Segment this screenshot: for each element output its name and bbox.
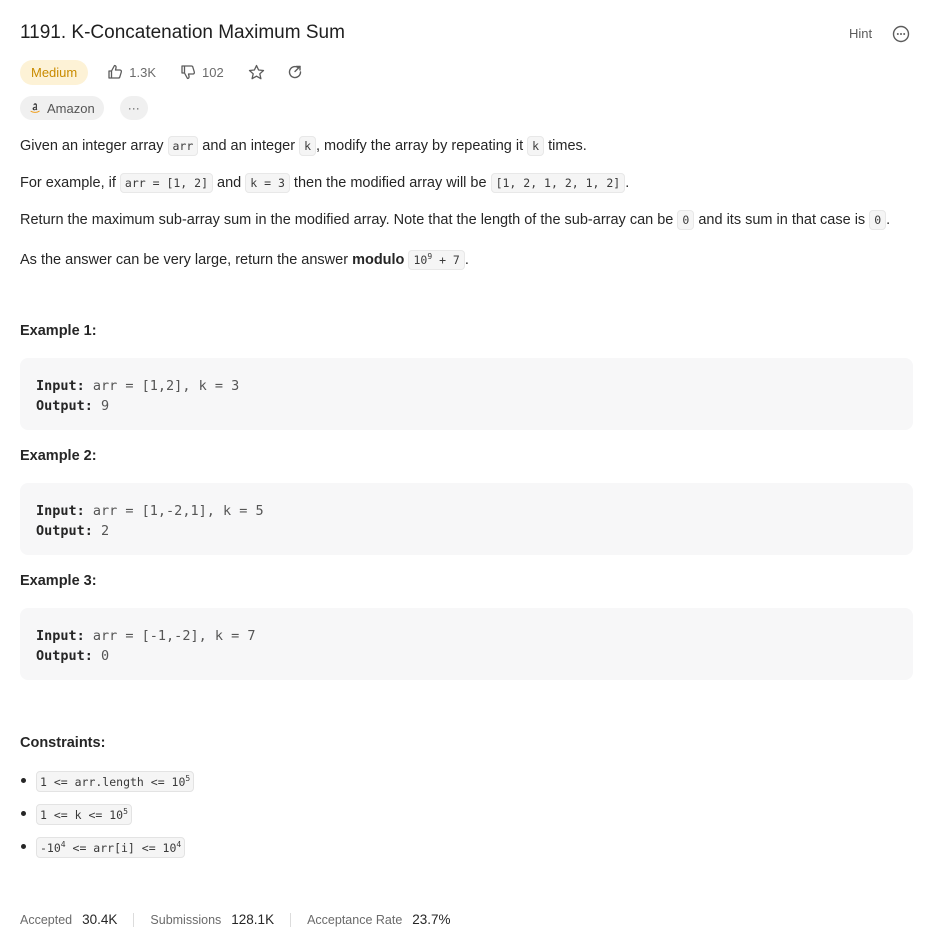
exponent: 5 bbox=[123, 807, 128, 817]
input-value: arr = [1,2], k = 3 bbox=[84, 378, 240, 394]
text: 1 <= k <= 10 bbox=[40, 807, 124, 822]
amazon-logo bbox=[30, 103, 40, 113]
example-3-title: Example 3: bbox=[20, 573, 97, 589]
constraint-item: 1 <= k <= 105 bbox=[20, 803, 194, 836]
text: + 7 bbox=[432, 252, 460, 267]
text: For example, if bbox=[20, 175, 120, 191]
text: -10 bbox=[40, 840, 61, 855]
star-icon bbox=[248, 64, 264, 79]
text: , modify the array by repeating it bbox=[316, 138, 528, 154]
problem-meta-row: Medium 1.3K 102 bbox=[20, 59, 303, 85]
thumbs-up-icon bbox=[108, 64, 123, 79]
hint-button[interactable]: Hint bbox=[849, 26, 872, 41]
problem-title: 1191. K-Concatenation Maximum Sum bbox=[20, 22, 345, 43]
text: Return the maximum sub-array sum in the … bbox=[20, 212, 678, 228]
company-tag-label: Amazon bbox=[47, 100, 95, 116]
acceptance-rate-label: Acceptance Rate bbox=[307, 912, 403, 927]
favorite-button[interactable] bbox=[248, 64, 265, 81]
exponent: 4 bbox=[176, 840, 182, 850]
divider bbox=[290, 912, 292, 927]
text: times. bbox=[544, 138, 587, 154]
text: 10 bbox=[413, 252, 428, 267]
text: . bbox=[886, 212, 891, 228]
divider bbox=[133, 912, 135, 927]
output-value: 9 bbox=[92, 398, 110, 414]
dislike-count: 102 bbox=[202, 64, 224, 80]
text: . bbox=[625, 175, 630, 191]
constraints-list: 1 <= arr.length <= 105 1 <= k <= 105 -10… bbox=[20, 770, 195, 869]
output-value: 2 bbox=[92, 523, 110, 539]
output-value: 0 bbox=[92, 648, 110, 664]
constraint-code: 1 <= k <= 105 bbox=[36, 804, 132, 825]
text: As the answer can be very large, return … bbox=[20, 251, 353, 268]
example-3-box: Input: arr = [-1,-2], k = 7 Output: 0 bbox=[20, 608, 913, 680]
example-1-title: Example 1: bbox=[20, 323, 97, 339]
text: then the modified array will be bbox=[289, 175, 491, 191]
company-tags: Amazon ··· bbox=[20, 96, 148, 120]
inline-code: 0 bbox=[677, 210, 695, 230]
output-label: Output: bbox=[36, 523, 93, 539]
text: <= arr[i] <= 10 bbox=[65, 840, 177, 855]
constraint-item: -104 <= arr[i] <= 104 bbox=[20, 836, 194, 869]
accepted-label: Accepted bbox=[20, 912, 73, 927]
description-paragraph-1: Given an integer array arr and an intege… bbox=[20, 136, 587, 156]
input-label: Input: bbox=[36, 503, 85, 519]
exponent: 5 bbox=[185, 774, 191, 784]
input-value: arr = [-1,-2], k = 7 bbox=[84, 628, 256, 644]
inline-code-modulo: 109 + 7 bbox=[408, 249, 465, 270]
output-label: Output: bbox=[36, 398, 93, 414]
share-button[interactable] bbox=[287, 64, 303, 80]
inline-code: k bbox=[299, 136, 316, 156]
description-paragraph-4: As the answer can be very large, return … bbox=[20, 247, 469, 270]
description-paragraph-3: Return the maximum sub-array sum in the … bbox=[20, 210, 890, 230]
text: 1 <= arr.length <= 10 bbox=[40, 774, 186, 789]
submissions-value: 128.1K bbox=[231, 912, 275, 927]
constraints-title: Constraints: bbox=[20, 735, 106, 751]
difficulty-badge: Medium bbox=[20, 59, 89, 85]
acceptance-rate-value: 23.7% bbox=[412, 912, 451, 927]
constraint-item: 1 <= arr.length <= 105 bbox=[20, 770, 195, 803]
input-label: Input: bbox=[36, 378, 85, 394]
example-2-title: Example 2: bbox=[20, 448, 97, 464]
more-icon[interactable] bbox=[892, 25, 910, 43]
text: and its sum in that case is bbox=[694, 212, 870, 228]
example-2-box: Input: arr = [1,-2,1], k = 5 Output: 2 bbox=[20, 483, 913, 555]
like-button[interactable]: 1.3K bbox=[107, 64, 156, 80]
inline-code: k = 3 bbox=[245, 173, 290, 193]
inline-code: arr = [1, 2] bbox=[119, 173, 214, 193]
like-count: 1.3K bbox=[129, 64, 156, 80]
more-tags-button[interactable]: ··· bbox=[119, 96, 148, 120]
constraint-code: 1 <= arr.length <= 105 bbox=[36, 771, 195, 792]
submissions-label: Submissions bbox=[150, 912, 222, 927]
dislike-button[interactable]: 102 bbox=[180, 64, 224, 80]
input-value: arr = [1,-2,1], k = 5 bbox=[84, 503, 264, 519]
description-paragraph-2: For example, if arr = [1, 2] and k = 3 t… bbox=[20, 173, 629, 193]
text: Given an integer array bbox=[20, 138, 168, 154]
inline-code: [1, 2, 1, 2, 1, 2] bbox=[490, 173, 626, 193]
input-label: Input: bbox=[36, 628, 85, 644]
text: and an integer bbox=[198, 138, 300, 154]
share-icon bbox=[288, 65, 301, 79]
thumbs-down-icon bbox=[181, 65, 196, 80]
constraint-code: -104 <= arr[i] <= 104 bbox=[36, 837, 186, 858]
text: . bbox=[464, 251, 469, 268]
inline-code: k bbox=[527, 136, 545, 156]
accepted-value: 30.4K bbox=[82, 912, 118, 927]
output-label: Output: bbox=[36, 648, 93, 664]
inline-code: 0 bbox=[869, 210, 887, 230]
inline-code: arr bbox=[167, 136, 199, 156]
text: and bbox=[213, 175, 246, 191]
company-tag-amazon[interactable]: Amazon bbox=[20, 96, 104, 120]
example-1-box: Input: arr = [1,2], k = 3 Output: 9 bbox=[20, 358, 913, 430]
submission-stats: Accepted 30.4K Submissions 128.1K Accept… bbox=[20, 912, 451, 927]
bold-text: modulo bbox=[352, 251, 405, 268]
